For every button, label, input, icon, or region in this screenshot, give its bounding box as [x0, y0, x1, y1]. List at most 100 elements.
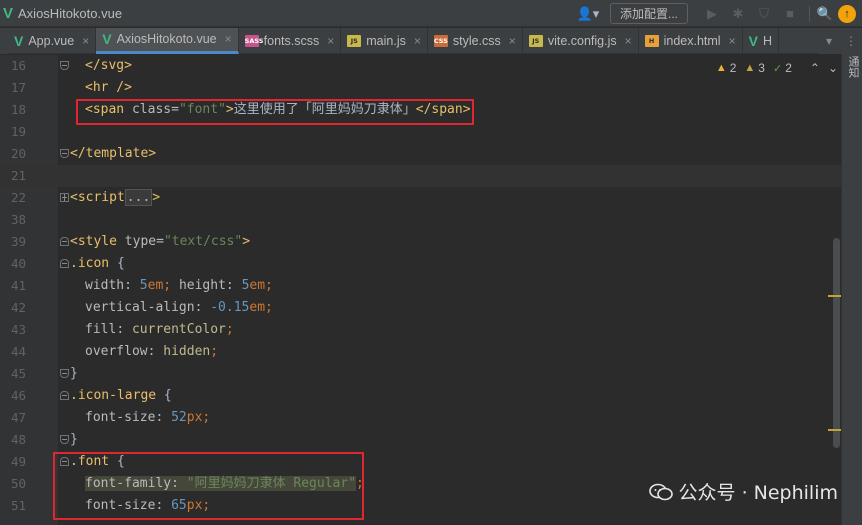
line-number: 45 — [10, 366, 26, 381]
html-file-icon: H — [644, 34, 659, 47]
code-line[interactable]: 40 .icon { — [0, 253, 841, 275]
code-line[interactable]: 41 width: 5em; height: 5em; — [0, 275, 841, 297]
line-number: 18 — [10, 102, 26, 117]
line-number: 16 — [10, 58, 26, 73]
code-content: <style type="text/css"> — [70, 231, 250, 253]
code-token: : — [225, 278, 242, 293]
fold-marker-icon[interactable] — [60, 61, 69, 70]
code-token: } — [70, 366, 78, 381]
fold-marker-icon[interactable] — [60, 237, 69, 246]
tab-list-dropdown-icon[interactable]: ▾ — [818, 34, 840, 48]
code-token: > — [242, 234, 251, 249]
warning-stripe-marker[interactable] — [828, 429, 841, 431]
debug-icon[interactable]: ✱ — [725, 6, 751, 22]
warnings-count-value: 2 — [729, 61, 737, 75]
warning-icon: ▲ — [715, 62, 727, 74]
line-number: 49 — [10, 454, 26, 469]
code-line[interactable]: 43 fill: currentColor; — [0, 319, 841, 341]
code-token: .icon — [70, 256, 117, 271]
user-account-icon[interactable]: 👤▾ — [571, 6, 605, 22]
code-token: vertical-align — [85, 300, 195, 315]
update-icon[interactable]: ↑ — [838, 4, 856, 23]
code-token: -0.15 — [210, 300, 250, 315]
notifications-tool-button[interactable]: 通知 — [845, 56, 861, 78]
code-token: </svg> — [85, 58, 132, 73]
code-content: </template> — [70, 143, 156, 165]
add-configuration-button[interactable]: 添加配置... — [609, 3, 688, 24]
line-number: 50 — [10, 476, 26, 491]
code-token: width — [85, 278, 125, 293]
code-line[interactable]: 17 <hr /> — [0, 77, 841, 99]
tab-6[interactable]: Hindex.html × — [639, 27, 743, 54]
close-tab-icon[interactable]: × — [729, 34, 736, 48]
line-number: 22 — [10, 190, 26, 205]
code-line[interactable]: 48} — [0, 429, 841, 451]
warnings-count[interactable]: ▲ 2 — [716, 61, 737, 75]
code-token: 52 — [171, 410, 187, 425]
js-file-icon: JS — [347, 34, 362, 47]
js-file-icon: JS — [528, 34, 543, 47]
code-token: em — [147, 278, 164, 293]
tab-4[interactable]: CSS style.css × — [428, 27, 523, 54]
close-tab-icon[interactable]: × — [82, 34, 89, 48]
tab-icon: JS — [347, 34, 362, 47]
stop-icon[interactable]: ■ — [777, 6, 803, 21]
coverage-icon[interactable]: ⛉ — [751, 6, 777, 22]
line-number: 42 — [10, 300, 26, 315]
code-line[interactable]: 20 </template> — [0, 143, 841, 165]
tab-2[interactable]: SASS fonts.scss × — [239, 27, 342, 54]
tab-5[interactable]: JS vite.config.js × — [523, 27, 639, 54]
fold-marker-icon[interactable] — [60, 259, 69, 268]
warning-stripe-marker[interactable] — [828, 295, 841, 297]
check-icon: ✓ — [772, 62, 783, 75]
run-icon[interactable]: ▶ — [699, 6, 725, 22]
close-tab-icon[interactable]: × — [225, 32, 232, 46]
close-tab-icon[interactable]: × — [327, 34, 334, 48]
tab-1[interactable]: V AxiosHitokoto.vue × — [96, 27, 239, 54]
code-token: ; — [265, 300, 273, 315]
tab-0[interactable]: V App.vue × — [8, 27, 97, 54]
line-number: 43 — [10, 322, 26, 337]
code-token: height — [178, 278, 226, 293]
close-tab-icon[interactable]: × — [414, 34, 421, 48]
inspection-widget[interactable]: ▲ 2 ▲ 3 ✓ 2 ⌃ ⌄ — [708, 58, 838, 78]
code-content: <script... > — [70, 187, 160, 209]
line-number: 48 — [10, 432, 26, 447]
code-token: </template> — [70, 146, 157, 161]
code-token: > — [152, 190, 161, 205]
code-line[interactable]: 47 font-size: 52px; — [0, 407, 841, 429]
code-line[interactable]: 38 — [0, 209, 841, 231]
tab-icon: SASS — [244, 34, 263, 47]
search-icon[interactable]: 🔍 — [816, 6, 834, 22]
vertical-scrollbar[interactable] — [833, 238, 840, 448]
weak-warnings-count[interactable]: ▲ 3 — [744, 61, 765, 75]
code-token: type= — [124, 234, 164, 249]
code-line[interactable]: 42 vertical-align: -0.15em; — [0, 297, 841, 319]
code-token: : — [155, 410, 172, 425]
tab-icon: V — [102, 32, 111, 46]
code-line[interactable]: 39 <style type="text/css"> — [0, 231, 841, 253]
code-line[interactable]: 45} — [0, 363, 841, 385]
next-problem-icon[interactable]: ⌄ — [828, 61, 838, 75]
code-token: currentColor — [131, 322, 226, 337]
tab-7[interactable]: VH — [743, 27, 779, 54]
code-content: .icon-large { — [70, 385, 172, 407]
fold-marker-icon[interactable] — [60, 391, 69, 400]
previous-problem-icon[interactable]: ⌃ — [810, 61, 820, 75]
code-line[interactable]: 46 .icon-large { — [0, 385, 841, 407]
code-line[interactable]: 44 overflow: hidden; — [0, 341, 841, 363]
tab-3[interactable]: JS main.js × — [341, 27, 428, 54]
fold-marker-icon[interactable] — [60, 193, 69, 202]
fold-marker-icon[interactable] — [60, 369, 69, 378]
code-line[interactable]: 21 — [0, 165, 841, 187]
code-line[interactable]: 22 <script... > — [0, 187, 841, 209]
ok-count[interactable]: ✓ 2 — [773, 61, 792, 75]
fold-marker-icon[interactable] — [60, 149, 69, 158]
close-tab-icon[interactable]: × — [509, 34, 516, 48]
vue-logo-icon: V — [3, 4, 14, 22]
fold-marker-icon[interactable] — [60, 435, 69, 444]
code-token: : — [116, 322, 132, 337]
tab-label: App.vue — [28, 33, 75, 48]
close-tab-icon[interactable]: × — [625, 34, 632, 48]
more-actions-icon[interactable]: ⋮ — [840, 34, 862, 48]
